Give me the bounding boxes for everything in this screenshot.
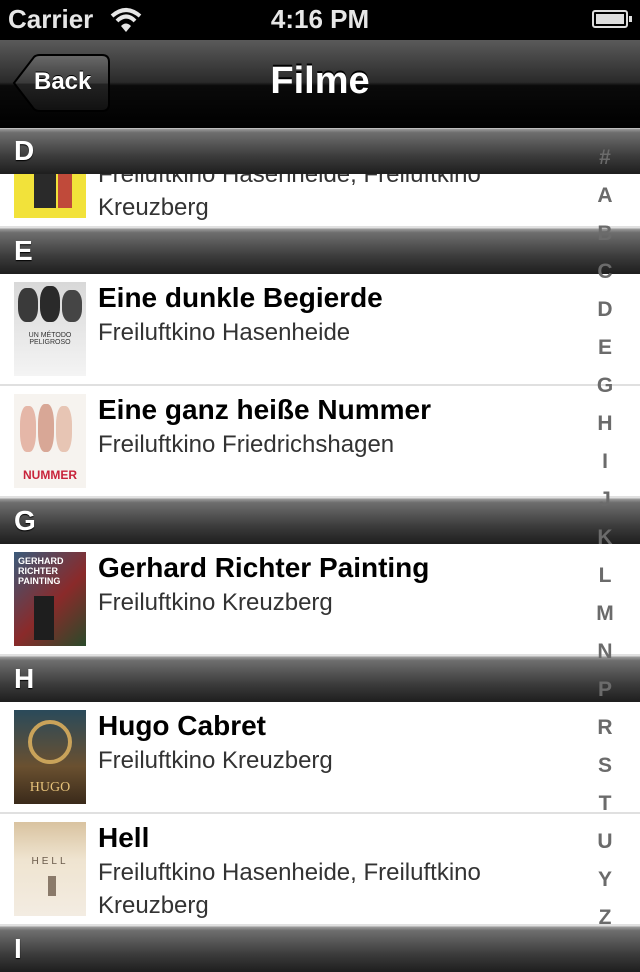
poster-caption: GERHARD RICHTER PAINTING	[18, 556, 64, 586]
list-item[interactable]: GERHARD RICHTER PAINTING Gerhard Richter…	[0, 544, 640, 656]
movie-title: Hugo Cabret	[98, 710, 266, 741]
movie-poster: UN MÉTODO PELIGROSO	[14, 282, 86, 376]
index-letter[interactable]: P	[588, 678, 622, 702]
movie-cinemas: Freiluftkino Hasenheide, Freiluftkino Kr…	[98, 174, 481, 221]
status-time: 4:16 PM	[270, 4, 370, 34]
movie-poster	[14, 174, 86, 218]
index-letter[interactable]: B	[588, 222, 622, 246]
movie-poster: NUMMER	[14, 394, 86, 488]
index-letter[interactable]: M	[588, 602, 622, 626]
battery-icon	[592, 10, 632, 28]
index-letter[interactable]: E	[588, 336, 622, 360]
section-header-h: H	[0, 656, 640, 702]
section-header-g: G	[0, 498, 640, 544]
index-letter[interactable]: Y	[588, 868, 622, 892]
index-letter[interactable]: D	[588, 298, 622, 322]
index-letter[interactable]: C	[588, 260, 622, 284]
movie-title: Eine ganz heiße Nummer	[98, 394, 431, 425]
movie-cinemas: Freiluftkino Hasenheide	[98, 319, 351, 346]
index-letter[interactable]: S	[588, 754, 622, 778]
poster-caption: UN MÉTODO PELIGROSO	[28, 332, 72, 346]
movie-cinemas: Freiluftkino Kreuzberg	[98, 589, 333, 616]
section-header-label: G	[14, 505, 36, 536]
index-letter[interactable]: L	[588, 564, 622, 588]
index-letter[interactable]: J	[588, 488, 622, 512]
list-item[interactable]: NUMMER Eine ganz heiße Nummer Freiluftki…	[0, 386, 640, 498]
movie-cinemas: Freiluftkino Friedrichshagen	[98, 431, 395, 458]
movie-poster: GERHARD RICHTER PAINTING	[14, 552, 86, 646]
movie-title: Eine dunkle Begierde	[98, 282, 383, 313]
index-letter[interactable]: Z	[588, 906, 622, 930]
index-letter[interactable]: H	[588, 412, 622, 436]
index-letter[interactable]: R	[588, 716, 622, 740]
poster-caption: HELL	[31, 856, 69, 867]
section-header-label: D	[14, 135, 35, 166]
status-bar: Carrier 4:16 PM	[0, 0, 640, 40]
index-letter[interactable]: K	[588, 526, 622, 550]
movie-poster: HELL	[14, 822, 86, 916]
movie-cinemas: Freiluftkino Hasenheide, Freiluftkino Kr…	[98, 859, 481, 919]
index-letter[interactable]: G	[588, 374, 622, 398]
section-header-label: E	[14, 235, 33, 266]
section-index[interactable]: # A B C D E G H I J K L M N P R S T U Y …	[588, 146, 622, 946]
index-letter[interactable]: A	[588, 184, 622, 208]
list-item[interactable]: UN MÉTODO PELIGROSO Eine dunkle Begierde…	[0, 274, 640, 386]
index-letter[interactable]: N	[588, 640, 622, 664]
section-header-i: I	[0, 926, 640, 972]
navigation-bar: Back Filme	[0, 40, 640, 129]
index-letter[interactable]: I	[588, 450, 622, 474]
movie-poster: HUGO	[14, 710, 86, 804]
index-letter[interactable]: U	[588, 830, 622, 854]
section-header-label: H	[14, 663, 35, 694]
poster-caption: HUGO	[29, 780, 71, 795]
index-letter[interactable]: T	[588, 792, 622, 816]
movie-title: Gerhard Richter Painting	[98, 552, 430, 583]
section-header-d: D	[0, 128, 640, 174]
list-item[interactable]: HELL Hell Freiluftkino Hasenheide, Freil…	[0, 814, 640, 926]
poster-caption: NUMMER	[23, 468, 77, 482]
movie-title: Hell	[98, 822, 150, 853]
list-item[interactable]: HUGO Hugo Cabret Freiluftkino Kreuzberg	[0, 702, 640, 814]
index-letter[interactable]: #	[588, 146, 622, 170]
section-header-label: I	[14, 933, 22, 964]
section-header-e: E	[0, 228, 640, 274]
page-title: Filme	[270, 60, 370, 102]
movie-cinemas: Freiluftkino Kreuzberg	[98, 747, 333, 774]
list-item[interactable]: Freiluftkino Hasenheide, Freiluftkino Kr…	[0, 174, 640, 228]
